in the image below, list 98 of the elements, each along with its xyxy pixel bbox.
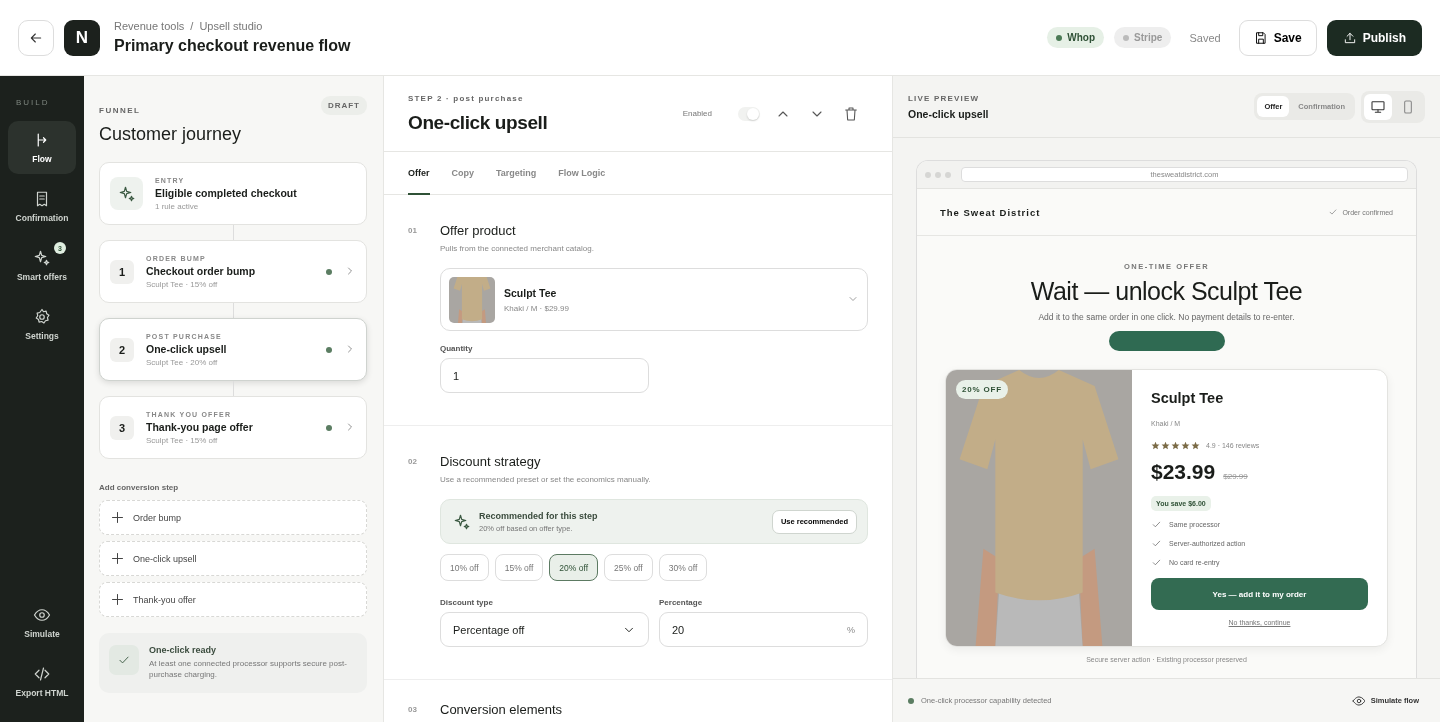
section-title: Conversion elements — [440, 702, 564, 717]
field-label: Quantity — [440, 344, 474, 353]
card-subtitle: Sculpt Tee · 20% off — [146, 357, 219, 367]
funnel-title: Customer journey — [99, 124, 243, 145]
card-title: One-click upsell — [146, 342, 228, 355]
card-title: Checkout order bump — [146, 264, 257, 277]
section-title: Discount strategy — [440, 454, 542, 469]
card-subtitle: Sculpt Tee · 15% off — [146, 435, 219, 445]
section-number: 01 — [408, 225, 418, 237]
nav-item[interactable]: Simulate — [8, 596, 76, 649]
editor-tab[interactable]: Flow Logic — [558, 152, 606, 195]
nav-item[interactable]: Flow — [8, 121, 76, 174]
draft-badge: DRAFT — [320, 96, 367, 115]
card-title: Thank-you page offer — [146, 420, 254, 433]
discount-chip[interactable]: 30% off — [658, 554, 708, 581]
add-step-button[interactable]: Order bump — [99, 500, 367, 535]
section-subtitle: Pulls from the connected merchant catalog. — [440, 244, 595, 253]
section-subtitle: Use a recommended preset or set the economics manually. — [440, 475, 652, 484]
plus-icon — [110, 551, 125, 566]
percentage-field[interactable]: 20 % — [659, 612, 868, 647]
plus-icon — [110, 592, 125, 607]
section-title: Offer product — [440, 223, 517, 238]
status-dot — [908, 697, 914, 704]
discount-type-select[interactable]: Percentage off — [440, 612, 649, 647]
publish-button[interactable]: Publish — [1326, 19, 1422, 56]
step-number: 2 — [110, 337, 134, 362]
card-subtitle: Sculpt Tee · 15% off — [146, 279, 219, 289]
quantity-field[interactable]: 1 — [440, 358, 649, 393]
editor-tab[interactable]: Copy — [451, 152, 474, 195]
recommendation-title: Recommended for this step — [479, 510, 599, 521]
add-step-button[interactable]: One-click upsell — [99, 541, 367, 576]
product-name: Sculpt Tee — [504, 286, 558, 299]
breadcrumb-separator: / — [190, 20, 194, 32]
enabled-toggle[interactable] — [738, 106, 760, 121]
product-meta: Khaki / M · $29.99 — [504, 303, 570, 313]
product-select[interactable]: Sculpt Tee Khaki / M · $29.99 — [440, 268, 868, 331]
save-status: Saved — [1189, 31, 1221, 44]
processor-badge: Stripe — [1114, 27, 1172, 48]
eye-icon — [33, 606, 51, 624]
step-title: One-click upsell — [408, 111, 548, 134]
preview-title: One-click upsell — [908, 107, 989, 120]
processor-badge: Whop — [1047, 27, 1105, 48]
save-button[interactable]: Save — [1238, 19, 1317, 56]
section-number: 02 — [408, 456, 418, 468]
step-eyebrow: STEP 2 · post purchase — [408, 93, 525, 103]
notice-text: At least one connected processor supports secure post-purchase charging. — [149, 659, 348, 681]
settings-icon — [33, 308, 51, 326]
nav-item[interactable]: Settings — [8, 298, 76, 351]
editor-tab[interactable]: Targeting — [496, 152, 537, 195]
sparkle-icon — [453, 512, 471, 531]
device-toggle[interactable] — [1364, 93, 1392, 120]
eye-icon — [1351, 693, 1366, 708]
editor-tab[interactable]: Offer — [408, 152, 430, 195]
plus-icon — [110, 510, 125, 525]
discount-chip[interactable]: 25% off — [604, 554, 653, 581]
sale-price: $23.99 — [1151, 460, 1216, 484]
product-thumbnail — [449, 276, 495, 323]
nav-item[interactable]: Export HTML — [8, 655, 76, 708]
toggle-label: Enabled — [682, 109, 712, 118]
offer-headline: Wait — unlock Sculpt Tee — [1029, 277, 1304, 306]
checkmark-icon — [1151, 519, 1162, 530]
discount-chip[interactable]: 10% off — [440, 554, 489, 581]
checkmark-icon — [1151, 557, 1162, 568]
product-name: Sculpt Tee — [1151, 390, 1225, 406]
step-number: 3 — [110, 415, 134, 440]
discount-chip[interactable]: 20% off — [549, 554, 598, 581]
checkmark-icon — [1151, 538, 1162, 549]
unit-suffix: % — [847, 624, 855, 635]
preview-label: LIVE PREVIEW — [908, 93, 981, 103]
store-name: The Sweat District — [940, 206, 1041, 218]
breadcrumb-link[interactable]: Revenue tools — [114, 20, 185, 32]
nav-section-label: BUILD — [15, 98, 50, 107]
add-step-heading: Add conversion step — [99, 483, 180, 492]
step-number: 1 — [110, 259, 134, 284]
checkmark-icon — [1328, 207, 1339, 217]
nav-item[interactable]: Confirmation — [8, 180, 76, 233]
upload-icon — [1342, 30, 1357, 45]
notice-title: One-click ready — [149, 645, 218, 655]
discount-badge: 20% OFF — [956, 380, 1008, 399]
card-title: Eligible completed checkout — [155, 186, 298, 199]
add-step-button[interactable]: Thank-you offer — [99, 582, 367, 617]
field-label: Percentage — [659, 598, 704, 607]
app-logo: N — [64, 19, 100, 56]
original-price: $29.99 — [1223, 472, 1248, 481]
sparkle-icon — [33, 249, 51, 267]
back-button[interactable] — [18, 19, 54, 56]
code-icon — [33, 665, 51, 683]
breadcrumb-link[interactable]: Upsell studio — [199, 20, 263, 32]
page-title: Primary checkout revenue flow — [114, 37, 351, 55]
trash-icon — [843, 105, 859, 122]
section-label: FUNNEL — [99, 106, 141, 115]
discount-chip[interactable]: 15% off — [494, 554, 544, 581]
section-number: 03 — [408, 704, 418, 716]
accept-offer-button[interactable]: Yes — add it to my order — [1151, 578, 1368, 610]
card-subtitle: 1 rule active — [155, 201, 200, 211]
offer-subheadline: Add it to the same order in one click. No payment details to re-enter. — [1037, 312, 1296, 322]
field-label: Discount type — [440, 598, 494, 607]
pill-button[interactable] — [1108, 331, 1225, 351]
